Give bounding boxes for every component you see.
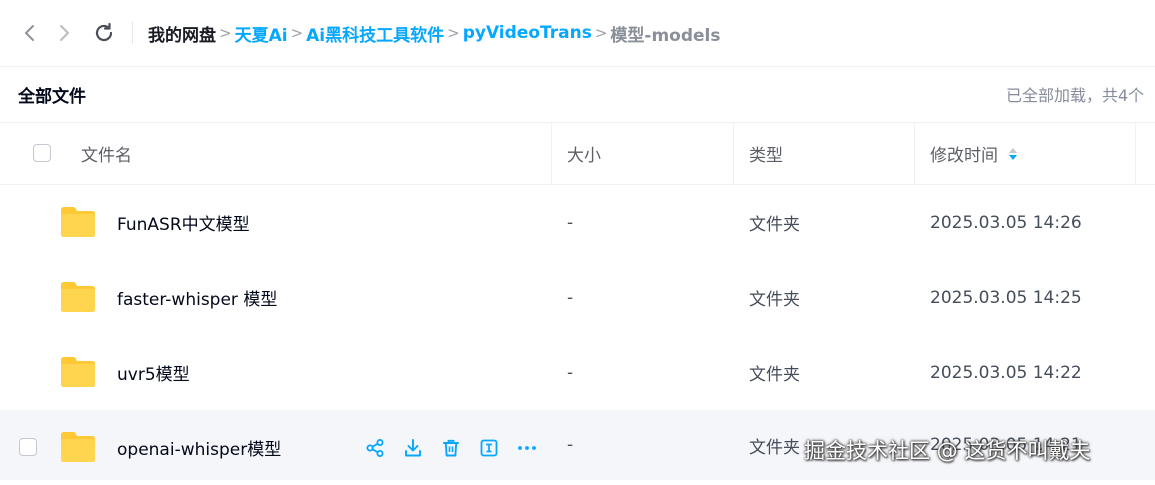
load-status-text: 已全部加载，共4个	[1006, 86, 1145, 105]
breadcrumb: 我的网盘 > 天夏Ai > Ai黑科技工具软件 > pyVideoTrans >…	[148, 20, 721, 46]
row-checkbox[interactable]	[19, 438, 37, 456]
column-header-type[interactable]: 类型	[749, 123, 783, 184]
breadcrumb-separator: >	[290, 24, 304, 42]
file-size: -	[567, 212, 574, 233]
breadcrumb-item-ai-tools[interactable]: Ai黑科技工具软件	[306, 21, 444, 46]
more-icon	[518, 445, 536, 450]
file-size: -	[567, 362, 574, 383]
folder-icon	[61, 357, 95, 387]
back-button[interactable]	[17, 20, 43, 46]
breadcrumb-separator: >	[447, 24, 460, 42]
file-modified: 2025.03.05 14:22	[930, 362, 1082, 383]
page-title: 全部文件	[18, 87, 86, 107]
delete-icon	[443, 439, 459, 456]
refresh-button[interactable]	[91, 20, 117, 46]
file-size: -	[567, 287, 574, 308]
file-type: 文件夹	[749, 215, 800, 235]
delete-button[interactable]	[440, 437, 462, 459]
file-name[interactable]: FunASR中文模型	[117, 185, 250, 260]
column-divider[interactable]	[551, 123, 552, 184]
breadcrumb-item-current: 模型-models	[610, 25, 721, 46]
download-icon	[405, 438, 421, 456]
table-row[interactable]: FunASR中文模型 - 文件夹 2025.03.05 14:26	[0, 185, 1155, 260]
column-divider[interactable]	[1135, 123, 1136, 184]
file-type: 文件夹	[749, 365, 800, 385]
folder-icon	[61, 432, 95, 462]
file-name[interactable]: faster-whisper 模型	[117, 260, 277, 335]
column-header-modified-label: 修改时间	[930, 146, 998, 166]
breadcrumb-separator: >	[594, 24, 608, 42]
folder-icon	[61, 207, 95, 237]
forward-button[interactable]	[51, 20, 77, 46]
column-divider[interactable]	[914, 123, 915, 184]
breadcrumb-separator: >	[219, 24, 232, 42]
refresh-icon	[95, 22, 113, 42]
table-row[interactable]: faster-whisper 模型 - 文件夹 2025.03.05 14:25	[0, 260, 1155, 335]
watermark-text: 掘金技术社区 @ 这货不叫戴夫	[804, 439, 1091, 463]
rename-button[interactable]	[478, 437, 500, 459]
list-header-bar: 全部文件 已全部加载，共4个	[0, 67, 1155, 123]
table-header: 文件名 大小 类型 修改时间	[0, 123, 1155, 185]
folder-icon	[61, 282, 95, 312]
chevron-right-icon	[60, 25, 69, 41]
file-name[interactable]: openai-whisper模型	[117, 410, 281, 485]
file-type: 文件夹	[749, 290, 800, 310]
breadcrumb-item-pyvideotrans[interactable]: pyVideoTrans	[463, 23, 592, 43]
chevron-left-icon	[25, 25, 34, 41]
file-type: 文件夹	[749, 437, 800, 458]
column-header-size[interactable]: 大小	[567, 123, 601, 184]
sort-icon[interactable]	[1008, 145, 1018, 163]
file-size: -	[567, 435, 574, 455]
select-all-checkbox[interactable]	[33, 144, 51, 162]
file-modified: 2025.03.05 14:26	[930, 212, 1082, 233]
toolbar-divider	[132, 22, 133, 44]
share-icon	[366, 438, 384, 457]
column-header-modified[interactable]: 修改时间	[930, 123, 1018, 184]
column-header-name[interactable]: 文件名	[81, 123, 132, 184]
row-actions	[364, 410, 538, 485]
table-row[interactable]: uvr5模型 - 文件夹 2025.03.05 14:22	[0, 335, 1155, 410]
breadcrumb-item-tianxia[interactable]: 天夏Ai	[235, 21, 288, 46]
share-button[interactable]	[364, 437, 386, 459]
column-divider[interactable]	[733, 123, 734, 184]
file-name[interactable]: uvr5模型	[117, 335, 190, 410]
rename-icon	[480, 439, 498, 456]
download-button[interactable]	[402, 437, 424, 459]
breadcrumb-item-root[interactable]: 我的网盘	[148, 21, 216, 46]
more-button[interactable]	[516, 437, 538, 459]
file-modified: 2025.03.05 14:25	[930, 287, 1082, 308]
top-toolbar: 我的网盘 > 天夏Ai > Ai黑科技工具软件 > pyVideoTrans >…	[0, 0, 1155, 67]
